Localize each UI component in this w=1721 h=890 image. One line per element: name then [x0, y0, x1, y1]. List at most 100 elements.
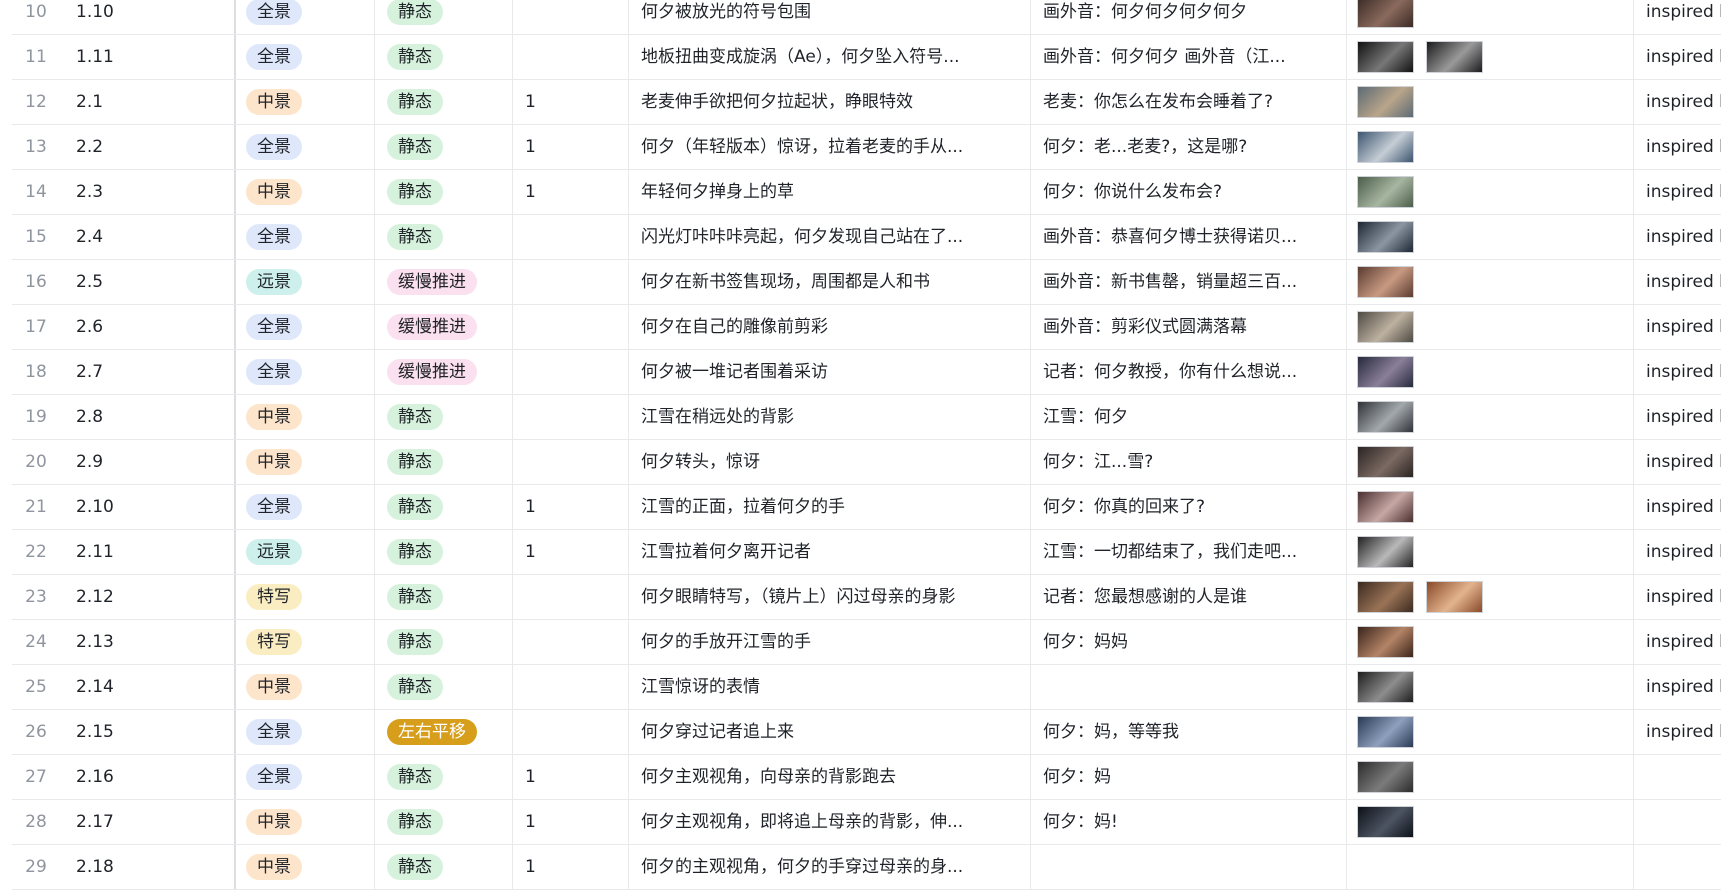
reference-image-cell[interactable]: [1346, 800, 1633, 844]
inspired-by-cell[interactable]: inspired by: [1633, 260, 1721, 304]
reference-image-cell[interactable]: [1346, 125, 1633, 169]
thumbnail-image[interactable]: [1357, 446, 1414, 478]
count-cell[interactable]: [512, 710, 628, 754]
description-cell[interactable]: 何夕被放光的符号包围: [628, 0, 1030, 34]
count-cell[interactable]: 1: [512, 800, 628, 844]
shot-number-cell[interactable]: 2.4: [76, 215, 236, 259]
shot-size-cell[interactable]: 特写: [234, 620, 374, 664]
shot-number-cell[interactable]: 2.13: [76, 620, 236, 664]
inspired-by-cell[interactable]: inspired by: [1633, 665, 1721, 709]
reference-image-cell[interactable]: [1346, 575, 1633, 619]
shot-size-cell[interactable]: 中景: [234, 395, 374, 439]
camera-move-cell[interactable]: 静态: [374, 0, 512, 34]
table-row[interactable]: 15 2.4 全景 静态 闪光灯咔咔咔亮起，何夕发现自己站在了... 画外音：恭喜何夕博士…: [12, 215, 1721, 260]
dialogue-cell[interactable]: 画外音：剪彩仪式圆满落幕: [1030, 305, 1346, 349]
description-cell[interactable]: 年轻何夕掸身上的草: [628, 170, 1030, 214]
inspired-by-cell[interactable]: inspired by: [1633, 620, 1721, 664]
inspired-by-cell[interactable]: inspired by: [1633, 80, 1721, 124]
reference-image-cell[interactable]: [1346, 755, 1633, 799]
shot-size-cell[interactable]: 全景: [234, 485, 374, 529]
dialogue-cell[interactable]: 何夕：妈: [1030, 755, 1346, 799]
inspired-by-cell[interactable]: [1633, 755, 1721, 799]
description-cell[interactable]: 江雪的正面，拉着何夕的手: [628, 485, 1030, 529]
shot-size-cell[interactable]: 中景: [234, 170, 374, 214]
camera-move-cell[interactable]: 静态: [374, 800, 512, 844]
table-row[interactable]: 24 2.13 特写 静态 何夕的手放开江雪的手何夕：妈妈 inspired by: [12, 620, 1721, 665]
shot-number-cell[interactable]: 2.1: [76, 80, 236, 124]
shot-size-cell[interactable]: 中景: [234, 665, 374, 709]
shot-size-cell[interactable]: 远景: [234, 260, 374, 304]
description-cell[interactable]: 何夕穿过记者追上来: [628, 710, 1030, 754]
thumbnail-image[interactable]: [1357, 221, 1414, 253]
dialogue-cell[interactable]: [1030, 845, 1346, 889]
camera-move-cell[interactable]: 静态: [374, 575, 512, 619]
inspired-by-cell[interactable]: inspired by: [1633, 305, 1721, 349]
shot-size-cell[interactable]: 全景: [234, 215, 374, 259]
table-row[interactable]: 29 2.18 中景 静态 1 何夕的主观视角，何夕的手穿过母亲的身...: [12, 845, 1721, 890]
shot-number-cell[interactable]: 2.15: [76, 710, 236, 754]
count-cell[interactable]: 1: [512, 170, 628, 214]
thumbnail-image[interactable]: [1357, 311, 1414, 343]
thumbnail-image[interactable]: [1357, 176, 1414, 208]
reference-image-cell[interactable]: [1346, 530, 1633, 574]
camera-move-cell[interactable]: 静态: [374, 440, 512, 484]
camera-move-cell[interactable]: 静态: [374, 620, 512, 664]
count-cell[interactable]: [512, 620, 628, 664]
table-row[interactable]: 17 2.6 全景 缓慢推进 何夕在自己的雕像前剪彩 画外音：剪彩仪式圆满落幕 inspir…: [12, 305, 1721, 350]
table-row[interactable]: 16 2.5 远景 缓慢推进 何夕在新书签售现场，周围都是人和书 画外音：新书售罄，销量超…: [12, 260, 1721, 305]
camera-move-cell[interactable]: 静态: [374, 755, 512, 799]
camera-move-cell[interactable]: 缓慢推进: [374, 350, 512, 394]
description-cell[interactable]: 江雪在稍远处的背影: [628, 395, 1030, 439]
thumbnail-image[interactable]: [1357, 0, 1414, 28]
thumbnail-image[interactable]: [1357, 86, 1414, 118]
description-cell[interactable]: 何夕被一堆记者围着采访: [628, 350, 1030, 394]
dialogue-cell[interactable]: 记者：何夕教授，你有什么想说...: [1030, 350, 1346, 394]
shot-number-cell[interactable]: 2.6: [76, 305, 236, 349]
camera-move-cell[interactable]: 静态: [374, 845, 512, 889]
inspired-by-cell[interactable]: inspired by: [1633, 395, 1721, 439]
description-cell[interactable]: 何夕主观视角，向母亲的背影跑去: [628, 755, 1030, 799]
dialogue-cell[interactable]: 记者：您最想感谢的人是谁: [1030, 575, 1346, 619]
reference-image-cell[interactable]: [1346, 440, 1633, 484]
dialogue-cell[interactable]: 老麦：你怎么在发布会睡着了?: [1030, 80, 1346, 124]
shot-size-cell[interactable]: 中景: [234, 440, 374, 484]
thumbnail-image[interactable]: [1357, 536, 1414, 568]
reference-image-cell[interactable]: [1346, 710, 1633, 754]
description-cell[interactable]: 江雪惊讶的表情: [628, 665, 1030, 709]
shot-size-cell[interactable]: 特写: [234, 575, 374, 619]
shot-size-cell[interactable]: 中景: [234, 800, 374, 844]
table-row[interactable]: 20 2.9 中景 静态 何夕转头，惊讶何夕：江...雪? inspired by: [12, 440, 1721, 485]
thumbnail-image[interactable]: [1357, 626, 1414, 658]
count-cell[interactable]: [512, 440, 628, 484]
dialogue-cell[interactable]: 何夕：妈妈: [1030, 620, 1346, 664]
reference-image-cell[interactable]: [1346, 260, 1633, 304]
camera-move-cell[interactable]: 静态: [374, 665, 512, 709]
reference-image-cell[interactable]: [1346, 665, 1633, 709]
shot-number-cell[interactable]: 1.11: [76, 35, 236, 79]
thumbnail-image[interactable]: [1357, 266, 1414, 298]
reference-image-cell[interactable]: [1346, 395, 1633, 439]
shot-number-cell[interactable]: 2.11: [76, 530, 236, 574]
shot-number-cell[interactable]: 2.16: [76, 755, 236, 799]
thumbnail-image[interactable]: [1357, 671, 1414, 703]
dialogue-cell[interactable]: 何夕：妈!: [1030, 800, 1346, 844]
thumbnail-image[interactable]: [1357, 131, 1414, 163]
reference-image-cell[interactable]: [1346, 215, 1633, 259]
description-cell[interactable]: 何夕（年轻版本）惊讶，拉着老麦的手从...: [628, 125, 1030, 169]
thumbnail-image[interactable]: [1357, 401, 1414, 433]
table-row[interactable]: 22 2.11 远景 静态 1 江雪拉着何夕离开记者 江雪：一切都结束了，我们走吧... in…: [12, 530, 1721, 575]
count-cell[interactable]: [512, 395, 628, 439]
thumbnail-image[interactable]: [1426, 41, 1483, 73]
shot-number-cell[interactable]: 2.5: [76, 260, 236, 304]
shot-number-cell[interactable]: 2.8: [76, 395, 236, 439]
shot-number-cell[interactable]: 2.2: [76, 125, 236, 169]
count-cell[interactable]: [512, 665, 628, 709]
table-row[interactable]: 21 2.10 全景 静态 1 江雪的正面，拉着何夕的手 何夕：你真的回来了? inspire…: [12, 485, 1721, 530]
shot-number-cell[interactable]: 2.7: [76, 350, 236, 394]
dialogue-cell[interactable]: 何夕：你说什么发布会?: [1030, 170, 1346, 214]
table-row[interactable]: 25 2.14 中景 静态 江雪惊讶的表情 inspired by: [12, 665, 1721, 710]
count-cell[interactable]: [512, 260, 628, 304]
camera-move-cell[interactable]: 静态: [374, 395, 512, 439]
description-cell[interactable]: 闪光灯咔咔咔亮起，何夕发现自己站在了...: [628, 215, 1030, 259]
thumbnail-image[interactable]: [1357, 356, 1414, 388]
